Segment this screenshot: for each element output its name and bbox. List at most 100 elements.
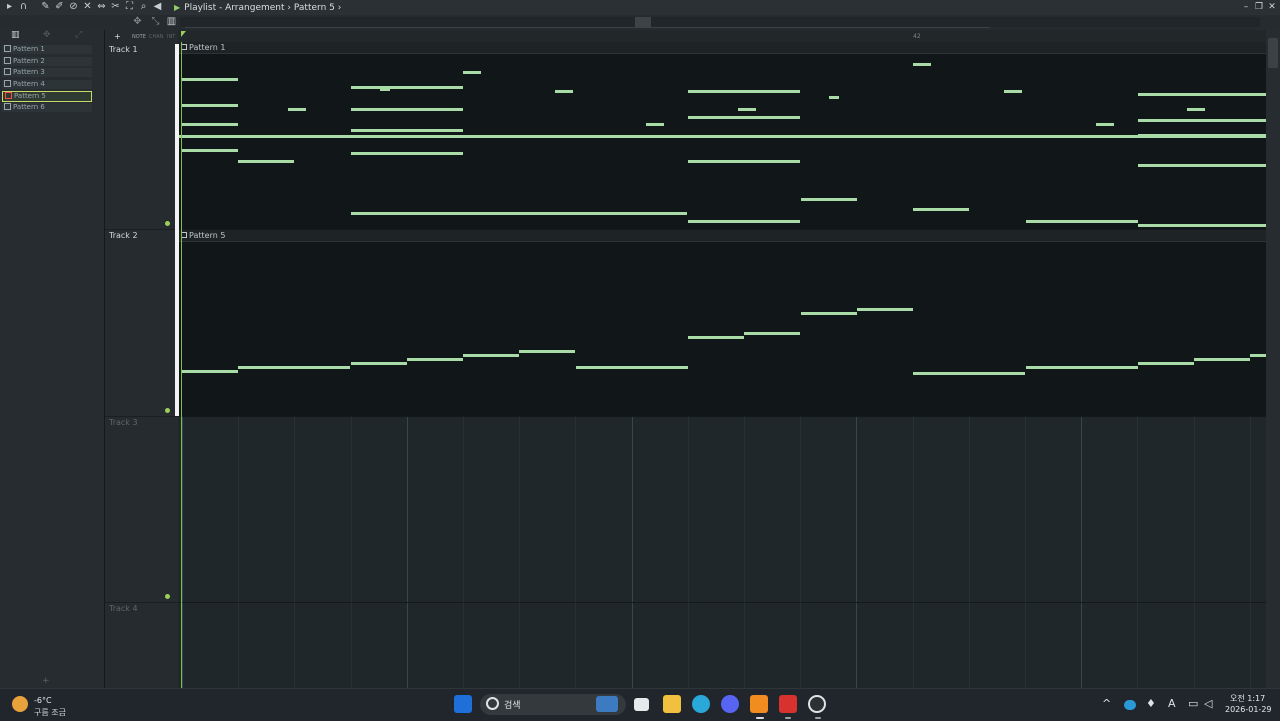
add-pattern-button[interactable]: + <box>42 676 50 686</box>
window-pattern-name[interactable]: Pattern 5 <box>294 3 335 13</box>
pattern-item[interactable]: Pattern 5 <box>2 91 92 102</box>
app-icon-circle[interactable] <box>808 695 826 713</box>
note-block[interactable] <box>463 354 519 357</box>
note-block[interactable] <box>1026 220 1138 223</box>
zoom-icon[interactable]: ⌕ <box>138 1 149 13</box>
track-led-3[interactable] <box>165 594 170 599</box>
note-block[interactable] <box>182 149 238 152</box>
timeline-ruler[interactable]: 42 <box>178 30 1266 42</box>
note-block[interactable] <box>801 198 857 201</box>
speaker-icon[interactable]: ◀ <box>152 1 163 13</box>
note-block[interactable] <box>1138 362 1194 365</box>
network-icon[interactable]: ▭ <box>1188 697 1198 710</box>
minimize-icon[interactable]: – <box>1240 1 1252 13</box>
vertical-scroll-thumb[interactable] <box>1268 38 1278 68</box>
edit-icon[interactable]: ⤢ <box>75 30 82 40</box>
note-block[interactable] <box>1194 358 1250 361</box>
file-explorer-icon[interactable] <box>663 695 681 713</box>
note-block[interactable] <box>913 208 969 211</box>
clip-track-2[interactable]: Pattern 5 <box>178 230 1266 416</box>
track-label-3[interactable]: Track 3 <box>109 418 138 427</box>
tray-chevron-icon[interactable]: ^ <box>1102 697 1111 710</box>
browser-icon[interactable] <box>692 695 710 713</box>
note-block[interactable] <box>1004 90 1022 93</box>
note-block[interactable] <box>463 71 481 74</box>
note-block[interactable] <box>576 366 688 369</box>
brush-icon[interactable]: ✐ <box>54 1 65 13</box>
start-icon[interactable] <box>454 695 472 713</box>
note-block[interactable] <box>913 372 1025 375</box>
piano-icon[interactable]: ▥ <box>11 30 20 40</box>
chan-tool-label[interactable]: CHAN <box>149 34 163 40</box>
note-block[interactable] <box>380 88 390 91</box>
note-block[interactable] <box>351 108 463 111</box>
note-block[interactable] <box>1187 108 1205 111</box>
note-block[interactable] <box>1026 366 1138 369</box>
horizontal-scrollbar[interactable] <box>180 17 1260 27</box>
note-block[interactable] <box>744 332 800 335</box>
track-led-1[interactable] <box>165 221 170 226</box>
horizontal-scroll-thumb[interactable] <box>635 17 651 27</box>
note-block[interactable] <box>801 312 857 315</box>
note-block[interactable] <box>913 63 931 66</box>
track-led-2[interactable] <box>165 408 170 413</box>
play-icon[interactable]: ▶ <box>174 3 180 12</box>
note-block[interactable] <box>351 129 463 132</box>
resize-icon[interactable]: ✥ <box>132 16 143 28</box>
note-block[interactable] <box>351 86 463 89</box>
note-block[interactable] <box>1138 224 1266 227</box>
pencil-icon[interactable]: ✎ <box>40 1 51 13</box>
magnet-icon[interactable]: ∩ <box>18 1 29 13</box>
mute-icon[interactable]: ✕ <box>82 1 93 13</box>
note-block[interactable] <box>407 358 463 361</box>
clip-start-cursor[interactable] <box>175 44 179 416</box>
pattern-menu-arrow[interactable]: › <box>338 3 342 13</box>
track-label-4[interactable]: Track 4 <box>109 604 138 613</box>
note-block[interactable] <box>351 362 407 365</box>
mic-icon[interactable]: ♦ <box>1146 697 1156 710</box>
weather-widget[interactable]: -6°C 구름 조금 <box>12 693 82 717</box>
note-block[interactable] <box>351 212 687 215</box>
cloud-icon[interactable] <box>1124 700 1136 710</box>
note-block[interactable] <box>178 135 1266 138</box>
task-view-icon[interactable] <box>634 698 649 711</box>
add-icon[interactable]: + <box>114 32 121 41</box>
playhead-line[interactable] <box>181 42 182 688</box>
note-block[interactable] <box>829 96 839 99</box>
track-label-1[interactable]: Track 1 <box>109 45 138 54</box>
track-label-2[interactable]: Track 2 <box>109 231 138 240</box>
pattern-item[interactable]: Pattern 2 <box>2 56 92 66</box>
stretch-icon[interactable]: ⤡ <box>150 16 161 28</box>
vertical-scrollbar[interactable] <box>1266 30 1280 688</box>
note-block[interactable] <box>688 220 800 223</box>
note-tool-label[interactable]: NOTE <box>132 34 146 40</box>
note-block[interactable] <box>688 90 800 93</box>
note-block[interactable] <box>182 123 238 126</box>
note-block[interactable] <box>1250 354 1266 357</box>
note-block[interactable] <box>1138 164 1266 167</box>
move-icon[interactable]: ✥ <box>43 30 51 40</box>
pattern-item[interactable]: Pattern 3 <box>2 68 92 77</box>
search-box[interactable]: 검색 <box>480 694 626 715</box>
slip-icon[interactable]: ⇔ <box>96 1 107 13</box>
delete-icon[interactable]: ⊘ <box>68 1 79 13</box>
pattern-item[interactable]: Pattern 1 <box>2 45 92 54</box>
volume-icon[interactable]: ◁ <box>1204 697 1212 710</box>
note-block[interactable] <box>857 308 913 311</box>
playlist-grid[interactable]: Pattern 1 Pattern 5 <box>175 42 1266 688</box>
note-block[interactable] <box>351 152 463 155</box>
fl-studio-icon[interactable] <box>750 695 768 713</box>
note-block[interactable] <box>688 336 744 339</box>
ime-indicator[interactable]: A <box>1168 697 1176 710</box>
note-block[interactable] <box>646 123 664 126</box>
note-block[interactable] <box>738 108 756 111</box>
note-block[interactable] <box>238 366 350 369</box>
note-block[interactable] <box>182 370 238 373</box>
restore-icon[interactable]: ❐ <box>1253 1 1265 13</box>
note-block[interactable] <box>1138 93 1266 96</box>
discord-icon[interactable] <box>721 695 739 713</box>
app-icon-red[interactable] <box>779 695 797 713</box>
select-icon[interactable]: ⛶ <box>124 1 135 13</box>
clip-header[interactable]: Pattern 5 <box>178 230 1266 242</box>
note-block[interactable] <box>1138 119 1266 122</box>
